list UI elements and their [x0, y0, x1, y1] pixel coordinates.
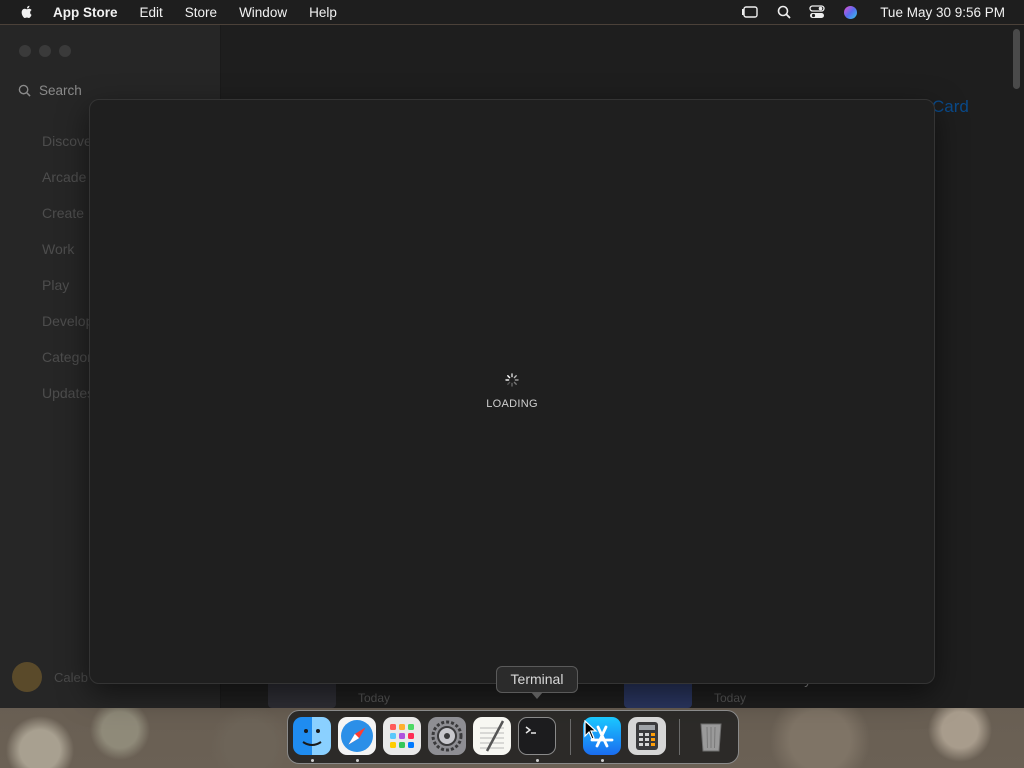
app-date: Today	[358, 691, 391, 705]
loading-spinner-icon	[505, 373, 519, 387]
menu-help[interactable]: Help	[309, 5, 337, 20]
app-store-running-indicator	[601, 759, 604, 762]
siri-icon[interactable]	[843, 5, 858, 20]
mouse-cursor-icon	[584, 720, 598, 740]
terminal-icon[interactable]	[518, 717, 556, 755]
sidebar-search[interactable]: Search	[18, 83, 82, 98]
menu-bar: App Store Edit Store Window Help Tue May…	[0, 0, 1024, 24]
menu-store[interactable]: Store	[185, 5, 217, 20]
app-store-window: Search Discover Arcade Create Work Play …	[0, 25, 1024, 708]
search-placeholder: Search	[39, 83, 82, 98]
control-center-icon[interactable]	[809, 5, 825, 19]
launchpad-icon[interactable]	[383, 717, 421, 755]
close-window-button[interactable]	[19, 45, 31, 57]
redeem-gift-card-link[interactable]: Card	[932, 97, 969, 117]
finder-icon[interactable]	[293, 717, 331, 755]
search-icon	[18, 84, 31, 97]
dock	[287, 710, 739, 764]
stage-manager-icon[interactable]	[741, 5, 759, 19]
terminal-running-indicator	[536, 759, 539, 762]
menu-edit[interactable]: Edit	[140, 5, 163, 20]
calculator-icon[interactable]	[628, 717, 666, 755]
menu-window[interactable]: Window	[239, 5, 287, 20]
avatar	[12, 662, 42, 692]
loading-sheet: LOADING	[89, 99, 935, 684]
dock-separator	[679, 719, 680, 755]
trash-icon[interactable]	[692, 717, 730, 755]
zoom-window-button[interactable]	[59, 45, 71, 57]
loading-label: LOADING	[486, 398, 538, 410]
scrollbar[interactable]	[1013, 29, 1020, 89]
dock-tooltip: Terminal	[496, 666, 578, 699]
dock-separator	[570, 719, 571, 755]
minimize-window-button[interactable]	[39, 45, 51, 57]
app-date: Today	[714, 691, 747, 705]
textedit-icon[interactable]	[473, 717, 511, 755]
system-settings-icon[interactable]	[428, 717, 466, 755]
apple-menu-icon[interactable]	[19, 4, 35, 20]
safari-icon[interactable]	[338, 717, 376, 755]
window-controls	[19, 45, 71, 57]
menu-bar-clock[interactable]: Tue May 30 9:56 PM	[880, 5, 1005, 20]
spotlight-search-icon[interactable]	[777, 5, 791, 19]
menu-app-name[interactable]: App Store	[53, 5, 118, 20]
finder-running-indicator	[311, 759, 314, 762]
safari-running-indicator	[356, 759, 359, 762]
